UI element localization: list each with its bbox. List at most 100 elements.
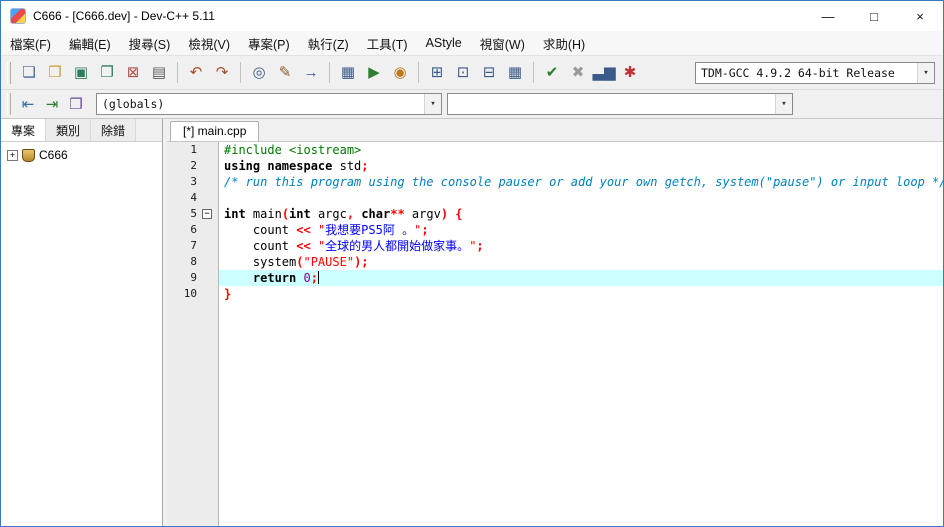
abort-compilation-button[interactable]: ✖ xyxy=(565,60,591,86)
find-button[interactable]: ◎ xyxy=(246,60,272,86)
expand-icon[interactable]: + xyxy=(7,149,18,161)
code-segment: ; xyxy=(421,223,429,237)
toolbar-separator xyxy=(240,62,241,83)
new-project-button[interactable]: ⊞ xyxy=(424,60,450,86)
code-filler xyxy=(167,302,943,526)
project-options-button[interactable]: ▦ xyxy=(502,60,528,86)
compile-button[interactable]: ▦ xyxy=(335,60,361,86)
fold-column xyxy=(197,238,218,254)
menu-item[interactable]: 檢視(V) xyxy=(179,31,239,55)
code-line-text[interactable]: int main(int argc, char** argv) { xyxy=(219,206,943,222)
fold-toggle-icon[interactable]: − xyxy=(202,209,212,219)
code-segment: 我想要PS5阿 。 xyxy=(325,223,415,237)
save-all-icon: ❐ xyxy=(100,64,114,81)
line-gutter: 6 xyxy=(167,222,219,238)
code-segment: argv xyxy=(404,207,441,221)
menu-item[interactable]: 檔案(F) xyxy=(1,31,60,55)
title-bar[interactable]: C666 - [C666.dev] - Dev-C++ 5.11 — □ × xyxy=(1,1,943,31)
line-gutter: 1 xyxy=(167,142,219,158)
run-button[interactable]: ▶ xyxy=(361,60,387,86)
find-icon: ◎ xyxy=(252,64,266,81)
delete-profiling-data-button[interactable]: ✱ xyxy=(617,60,643,86)
code-editor[interactable]: 1 #include <iostream> 2 using namespace std… xyxy=(167,142,943,526)
redo-button[interactable]: ↷ xyxy=(209,60,235,86)
member-select[interactable]: ▾ xyxy=(447,93,793,115)
chevron-down-icon: ▾ xyxy=(775,94,792,114)
remove-from-project-button[interactable]: ⊟ xyxy=(476,60,502,86)
code-segment: return xyxy=(252,271,297,285)
code-line-text[interactable] xyxy=(219,190,943,206)
code-line-text[interactable]: #include <iostream> xyxy=(219,142,943,158)
sidebar-tab-debug[interactable]: 除錯 xyxy=(91,119,137,141)
classbar-buttons: ⇤ ⇥ ❒ xyxy=(16,92,88,116)
fold-column xyxy=(197,254,218,270)
code-line-text[interactable]: } xyxy=(219,286,943,302)
code-line-text[interactable]: system("PAUSE"); xyxy=(219,254,943,270)
editor-tab-main-cpp[interactable]: [*] main.cpp xyxy=(170,121,260,141)
project-options-icon: ▦ xyxy=(507,64,523,81)
code-line: 5− int main(int argc, char** argv) { xyxy=(167,206,943,222)
print-button[interactable]: ▤ xyxy=(146,60,172,86)
fold-column: − xyxy=(197,206,218,222)
save-all-button[interactable]: ❐ xyxy=(94,60,120,86)
profile-analysis-icon: ▃▆ xyxy=(592,64,616,81)
sidebar-tab-classes[interactable]: 類別 xyxy=(46,119,92,141)
open-file-icon: ❒ xyxy=(48,64,62,81)
close-button[interactable]: × xyxy=(897,1,943,31)
code-line: 2 using namespace std; xyxy=(167,158,943,174)
code-line: 4 xyxy=(167,190,943,206)
goto-line-button[interactable]: → xyxy=(298,60,324,86)
project-sidebar: 專案 類別 除錯 + C666 xyxy=(1,119,163,526)
sidebar-tab-projects[interactable]: 專案 xyxy=(1,119,47,141)
scope-select-value: (globals) xyxy=(102,97,165,111)
menu-item[interactable]: 編輯(E) xyxy=(60,31,120,55)
close-file-button[interactable]: ⊠ xyxy=(120,60,146,86)
maximize-button[interactable]: □ xyxy=(851,1,897,31)
new-file-button[interactable]: ❏ xyxy=(16,60,42,86)
menu-item[interactable]: 求助(H) xyxy=(534,31,594,55)
switch-header-source-button[interactable]: ❒ xyxy=(64,92,88,116)
compile-and-run-button[interactable]: ◉ xyxy=(387,60,413,86)
text-caret xyxy=(317,271,319,284)
replace-button[interactable]: ✎ xyxy=(272,60,298,86)
code-segment: std xyxy=(332,159,362,173)
code-line: 6 count << "我想要PS5阿 。"; xyxy=(167,222,943,238)
toolbar-grip[interactable] xyxy=(7,93,11,115)
goto-declaration-button[interactable]: ⇤ xyxy=(16,92,40,116)
code-line-text[interactable]: using namespace std; xyxy=(219,158,943,174)
code-line-text[interactable]: return 0; xyxy=(219,270,943,286)
goto-definition-button[interactable]: ⇥ xyxy=(40,92,64,116)
undo-icon: ↶ xyxy=(189,64,203,81)
minimize-button[interactable]: — xyxy=(805,1,851,31)
line-gutter: 3 xyxy=(167,174,219,190)
code-segment: ** xyxy=(390,207,405,221)
menu-item[interactable]: 工具(T) xyxy=(358,31,417,55)
line-number: 2 xyxy=(190,159,197,172)
scope-select[interactable]: (globals) ▾ xyxy=(96,93,442,115)
syntax-check-button[interactable]: ✔ xyxy=(539,60,565,86)
maximize-icon: □ xyxy=(870,8,878,24)
code-line-text[interactable]: /* run this program using the console pa… xyxy=(219,174,943,190)
code-line-text[interactable]: count << "我想要PS5阿 。"; xyxy=(219,222,943,238)
menu-item[interactable]: 專案(P) xyxy=(239,31,299,55)
tree-node[interactable]: + C666 xyxy=(3,146,160,164)
code-line-text[interactable]: count << "全球的男人都開始做家事。"; xyxy=(219,238,943,254)
undo-button[interactable]: ↶ xyxy=(183,60,209,86)
menu-item[interactable]: 視窗(W) xyxy=(471,31,534,55)
open-file-button[interactable]: ❒ xyxy=(42,60,68,86)
line-number: 4 xyxy=(190,191,197,204)
line-gutter: 2 xyxy=(167,158,219,174)
profile-analysis-button[interactable]: ▃▆ xyxy=(591,60,617,86)
toolbar-grip[interactable] xyxy=(7,61,11,84)
add-to-project-button[interactable]: ⊡ xyxy=(450,60,476,86)
save-file-button[interactable]: ▣ xyxy=(68,60,94,86)
menu-item[interactable]: 執行(Z) xyxy=(299,31,358,55)
menu-item[interactable]: AStyle xyxy=(417,31,471,55)
editor-background[interactable] xyxy=(219,302,943,526)
compiler-select[interactable]: TDM-GCC 4.9.2 64-bit Release ▾ xyxy=(695,61,935,84)
code-segment: } xyxy=(224,287,232,301)
menu-item[interactable]: 搜尋(S) xyxy=(120,31,180,55)
code-line: 9 return 0; xyxy=(167,270,943,286)
